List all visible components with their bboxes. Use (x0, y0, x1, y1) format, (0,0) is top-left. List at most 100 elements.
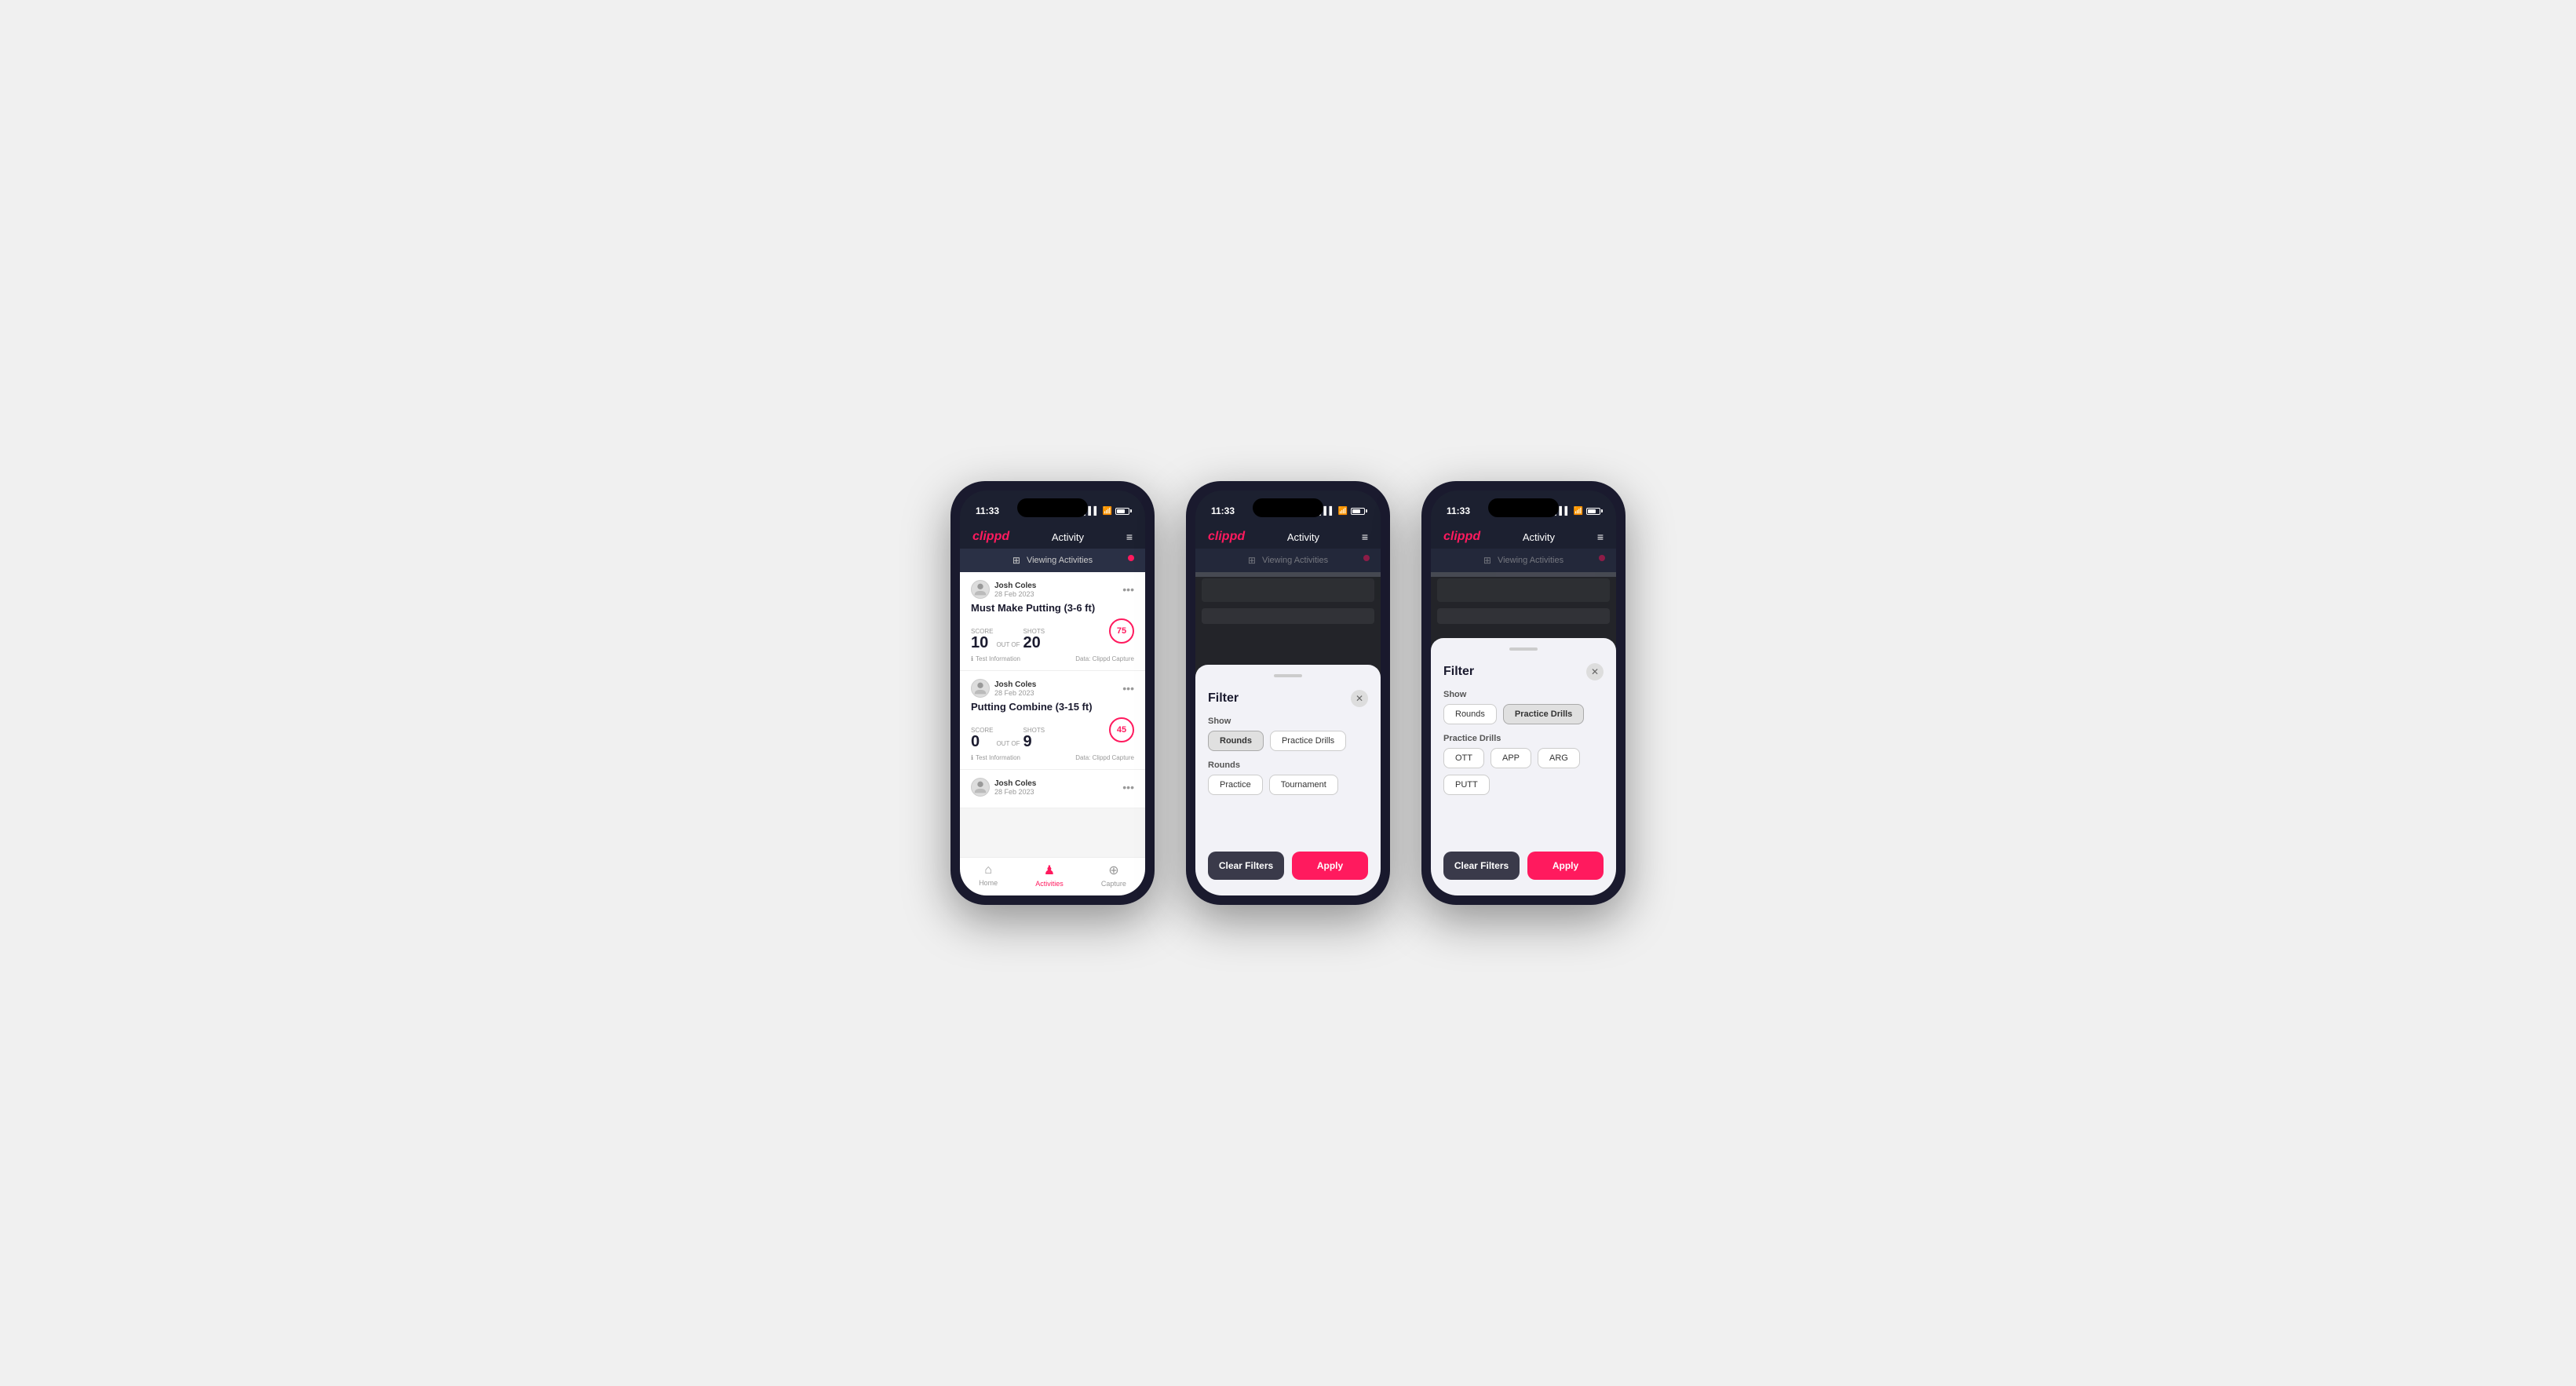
battery-icon-3 (1586, 508, 1600, 515)
content-area-1: Josh Coles 28 Feb 2023 ••• Must Make Put… (960, 572, 1145, 857)
filter-overlay-2: Filter ✕ Show Rounds Practice Drills Rou… (1195, 577, 1381, 895)
show-label-3: Show (1443, 690, 1604, 699)
status-icons-1: ▌▌▌ 📶 (1082, 507, 1129, 516)
pill-putt-3[interactable]: PUTT (1443, 775, 1490, 795)
pill-practice-2[interactable]: Practice Drills (1270, 731, 1346, 751)
user-info-3: Josh Coles 28 Feb 2023 (971, 778, 1036, 797)
logo-2: clippd (1208, 530, 1245, 544)
score-value-1: 10 (971, 635, 993, 651)
show-section-2: Show Rounds Practice Drills (1208, 717, 1368, 751)
show-label-2: Show (1208, 717, 1368, 726)
score-value-2: 0 (971, 734, 993, 750)
spacer-2 (1208, 804, 1368, 836)
tab-home-label: Home (979, 879, 998, 887)
user-info-2: Josh Coles 28 Feb 2023 (971, 679, 1036, 698)
close-filter-3[interactable]: ✕ (1586, 663, 1604, 680)
pill-ott-3[interactable]: OTT (1443, 748, 1484, 768)
more-icon-1[interactable]: ••• (1122, 583, 1134, 596)
rounds-label-2: Rounds (1208, 760, 1368, 770)
score-block-1: Score 10 (971, 628, 993, 651)
shot-quality-1: 75 (1109, 618, 1134, 644)
pill-tournament-2[interactable]: Tournament (1269, 775, 1338, 795)
home-icon: ⌂ (984, 863, 992, 877)
status-icons-2: ▌▌▌ 📶 (1318, 507, 1365, 516)
menu-icon-3[interactable]: ≡ (1597, 531, 1604, 543)
app-header-1: clippd Activity ≡ (960, 525, 1145, 549)
user-date-2: 28 Feb 2023 (994, 689, 1036, 697)
header-title-2: Activity (1287, 531, 1319, 543)
header-title-1: Activity (1052, 531, 1084, 543)
wifi-icon: 📶 (1103, 507, 1112, 516)
apply-btn-2[interactable]: Apply (1292, 852, 1368, 880)
data-source-2: Data: Clippd Capture (1075, 754, 1134, 761)
card-footer-2: ℹ Test Information Data: Clippd Capture (971, 754, 1134, 761)
close-filter-2[interactable]: ✕ (1351, 690, 1368, 707)
menu-icon-1[interactable]: ≡ (1126, 531, 1133, 543)
battery-icon (1115, 508, 1129, 515)
user-name-3: Josh Coles (994, 779, 1036, 788)
rounds-pills-2: Practice Tournament (1208, 775, 1368, 795)
sheet-handle-2 (1274, 674, 1302, 677)
practice-drills-section-3: Practice Drills OTT APP ARG PUTT (1443, 734, 1604, 795)
card-header-3: Josh Coles 28 Feb 2023 ••• (971, 778, 1134, 797)
filter-title-3: Filter (1443, 665, 1474, 679)
filter-icon-1: ⊞ (1013, 555, 1020, 566)
pill-rounds-2[interactable]: Rounds (1208, 731, 1264, 751)
time-1: 11:33 (976, 505, 999, 516)
tab-capture[interactable]: ⊕ Capture (1101, 863, 1126, 888)
filter-overlay-3: Filter ✕ Show Rounds Practice Drills Pra… (1431, 577, 1616, 895)
pill-practice-round-2[interactable]: Practice (1208, 775, 1263, 795)
pill-practice-drills-3[interactable]: Practice Drills (1503, 704, 1584, 724)
clear-filters-btn-2[interactable]: Clear Filters (1208, 852, 1284, 880)
shots-value-2: 9 (1023, 734, 1045, 750)
clear-filters-btn-3[interactable]: Clear Filters (1443, 852, 1520, 880)
pill-arg-3[interactable]: ARG (1538, 748, 1580, 768)
phones-container: 11:33 ▌▌▌ 📶 clippd Activity ≡ ⊞ Viewing … (950, 481, 1626, 905)
viewing-bar-3: ⊞ Viewing Activities (1431, 549, 1616, 572)
tab-home[interactable]: ⌂ Home (979, 863, 998, 887)
show-pills-2: Rounds Practice Drills (1208, 731, 1368, 751)
show-section-3: Show Rounds Practice Drills (1443, 690, 1604, 724)
rounds-section-2: Rounds Practice Tournament (1208, 760, 1368, 795)
viewing-label-1: Viewing Activities (1027, 556, 1093, 565)
menu-icon-2[interactable]: ≡ (1362, 531, 1368, 543)
stats-row-2: Score 0 OUT OF Shots 9 45 (971, 717, 1134, 750)
filter-title-2: Filter (1208, 691, 1239, 706)
card-header-1: Josh Coles 28 Feb 2023 ••• (971, 580, 1134, 599)
app-header-2: clippd Activity ≡ (1195, 525, 1381, 549)
shots-block-1: Shots 20 (1023, 628, 1045, 651)
tab-bar-1: ⌂ Home ♟ Activities ⊕ Capture (960, 857, 1145, 895)
user-name-1: Josh Coles (994, 582, 1036, 590)
filter-sheet-2: Filter ✕ Show Rounds Practice Drills Rou… (1195, 665, 1381, 895)
data-source-1: Data: Clippd Capture (1075, 655, 1134, 662)
viewing-bar-1[interactable]: ⊞ Viewing Activities (960, 549, 1145, 572)
user-name-2: Josh Coles (994, 680, 1036, 689)
pill-app-3[interactable]: APP (1491, 748, 1531, 768)
logo-3: clippd (1443, 530, 1480, 544)
dynamic-island-2 (1253, 498, 1323, 517)
phone-1: 11:33 ▌▌▌ 📶 clippd Activity ≡ ⊞ Viewing … (950, 481, 1155, 905)
show-pills-3: Rounds Practice Drills (1443, 704, 1604, 724)
apply-btn-3[interactable]: Apply (1527, 852, 1604, 880)
wifi-icon-2: 📶 (1338, 507, 1348, 516)
filter-sheet-3: Filter ✕ Show Rounds Practice Drills Pra… (1431, 638, 1616, 895)
app-header-3: clippd Activity ≡ (1431, 525, 1616, 549)
shots-block-2: Shots 9 (1023, 727, 1045, 750)
user-details-3: Josh Coles 28 Feb 2023 (994, 779, 1036, 796)
card-header-2: Josh Coles 28 Feb 2023 ••• (971, 679, 1134, 698)
viewing-bar-2: ⊞ Viewing Activities (1195, 549, 1381, 572)
more-icon-3[interactable]: ••• (1122, 781, 1134, 793)
pill-rounds-3[interactable]: Rounds (1443, 704, 1497, 724)
status-icons-3: ▌▌▌ 📶 (1553, 507, 1600, 516)
more-icon-2[interactable]: ••• (1122, 682, 1134, 695)
tab-activities-label: Activities (1035, 880, 1064, 888)
sheet-header-3: Filter ✕ (1443, 663, 1604, 680)
battery-icon-2 (1351, 508, 1365, 515)
stats-row-1: Score 10 OUT OF Shots 20 75 (971, 618, 1134, 651)
tab-activities[interactable]: ♟ Activities (1035, 863, 1064, 888)
card-footer-1: ℹ Test Information Data: Clippd Capture (971, 655, 1134, 662)
user-info-1: Josh Coles 28 Feb 2023 (971, 580, 1036, 599)
header-title-3: Activity (1523, 531, 1555, 543)
activity-card-2: Josh Coles 28 Feb 2023 ••• Putting Combi… (960, 671, 1145, 770)
time-3: 11:33 (1447, 505, 1470, 516)
